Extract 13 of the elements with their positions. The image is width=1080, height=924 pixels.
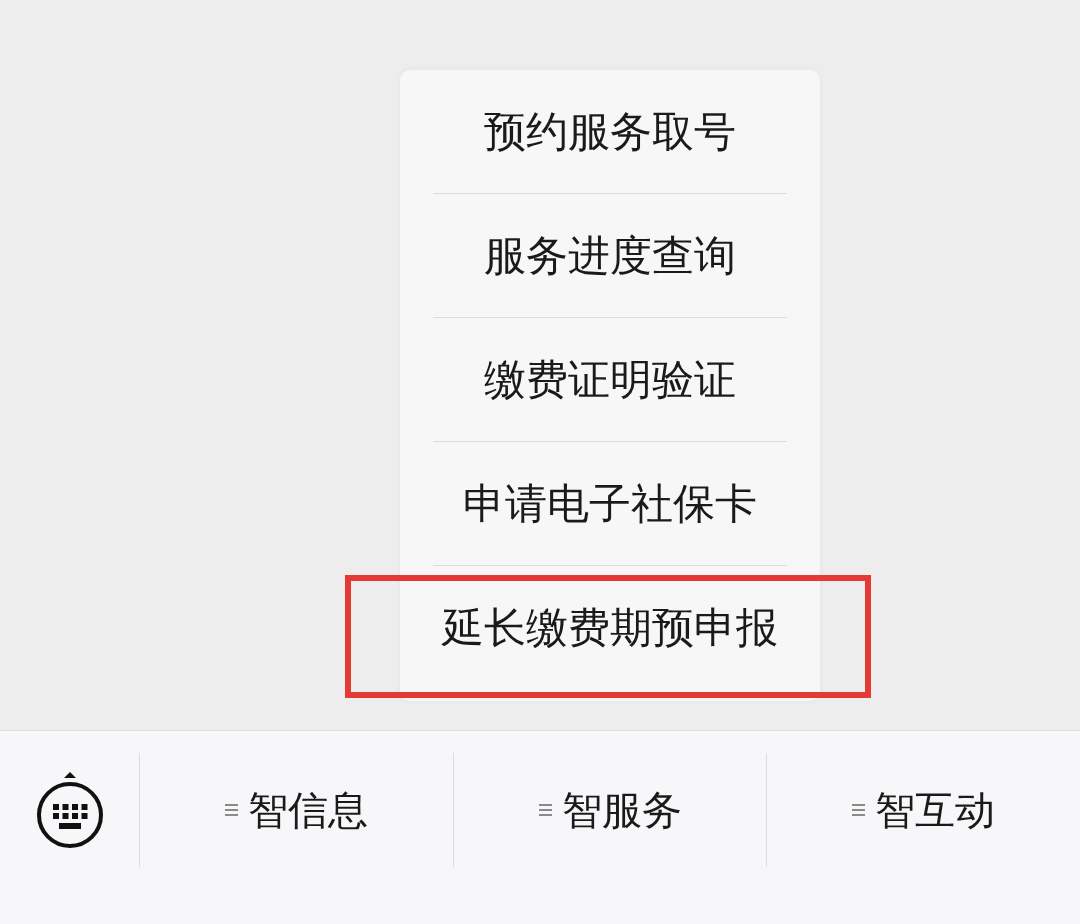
menu-item[interactable]: 服务进度查询	[400, 194, 820, 317]
keyboard-icon	[34, 772, 105, 848]
menu-lines-icon	[538, 804, 552, 816]
menu-lines-icon	[852, 804, 866, 816]
menu-lines-icon	[224, 804, 238, 816]
menu-item[interactable]: 预约服务取号	[400, 70, 820, 193]
menu-item[interactable]: 申请电子社保卡	[400, 442, 820, 565]
menu-item[interactable]: 延长缴费期预申报	[400, 566, 820, 689]
menu-item[interactable]: 缴费证明验证	[400, 318, 820, 441]
menu-tab[interactable]: 智互动	[852, 780, 996, 840]
menu-tab[interactable]: 智信息	[224, 780, 368, 840]
menu-tab[interactable]: 智服务	[538, 780, 682, 840]
keyboard-toggle-button[interactable]	[34, 772, 105, 848]
